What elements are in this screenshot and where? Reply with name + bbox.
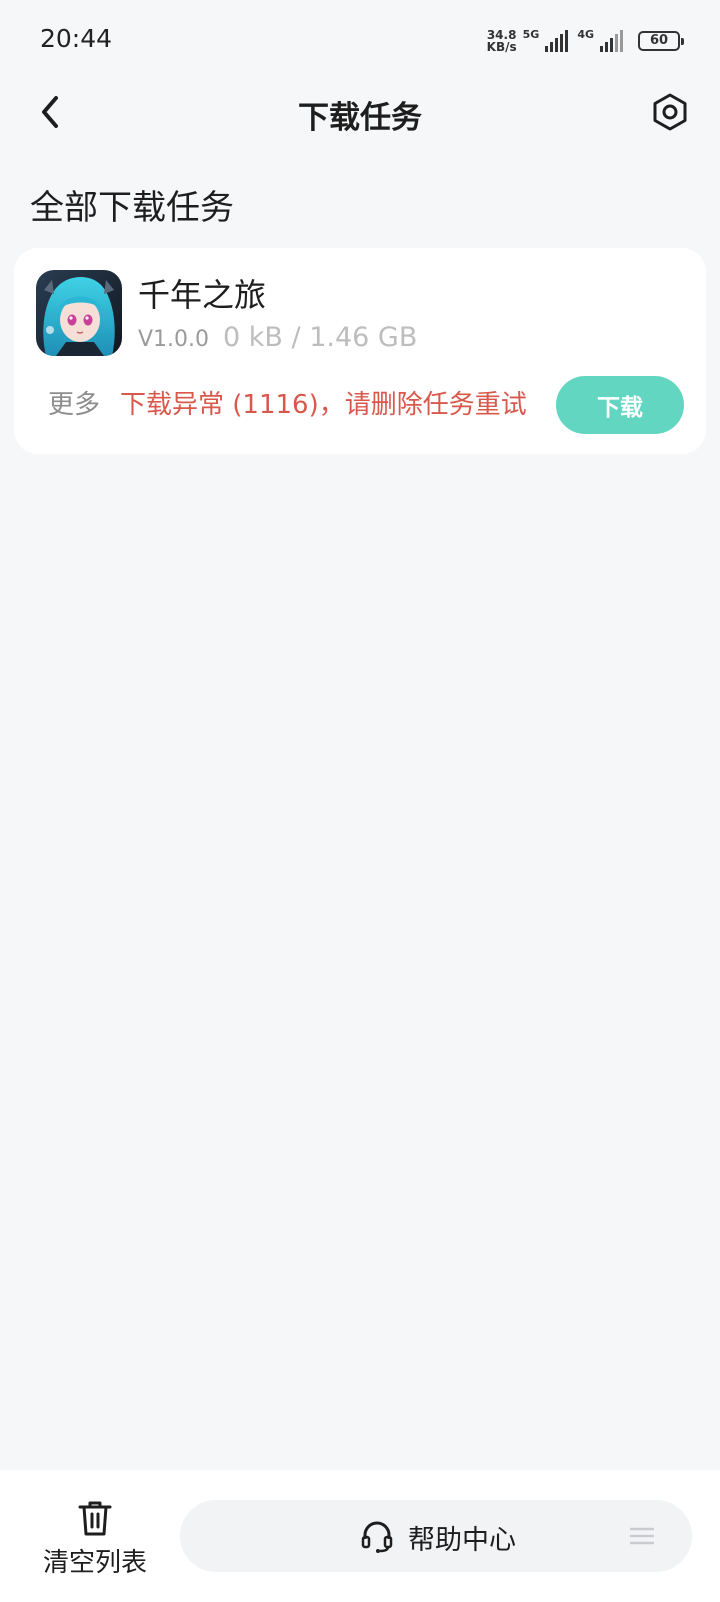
status-indicators: 34.8 KB/s 5G 4G 60 [487, 26, 684, 56]
more-button[interactable]: 更多 [48, 384, 100, 421]
trash-icon [78, 1501, 112, 1536]
battery-indicator: 60 [638, 31, 684, 51]
download-progress-size: 0 kB / 1.46 GB [223, 322, 418, 353]
download-task-card[interactable]: 千年之旅 V1.0.0 0 kB / 1.46 GB 更多 下载异常 (1116… [14, 248, 706, 454]
signal-icon-secondary [600, 30, 623, 52]
clear-list-button[interactable]: 清空列表 [30, 1498, 160, 1579]
network-type-5g: 5G [522, 28, 540, 41]
download-error-message: 下载异常 (1116)，请删除任务重试 [120, 390, 527, 420]
app-meta: V1.0.0 0 kB / 1.46 GB [138, 322, 417, 353]
menu-icon[interactable] [630, 1527, 654, 1545]
network-type-4g: 4G [577, 28, 594, 41]
download-tasks-page: 20:44 34.8 KB/s 5G 4G 60 下载任务 全部下载任务 千年之… [0, 0, 720, 1602]
status-time: 20:44 [40, 24, 113, 53]
network-speed-unit: KB/s [486, 40, 517, 54]
app-icon [36, 270, 122, 356]
signal-icon [545, 30, 569, 52]
app-name: 千年之旅 [138, 276, 267, 314]
game-character-image [36, 270, 122, 356]
network-speed: 34.8 KB/s [487, 29, 517, 53]
help-center-label: 帮助中心 [408, 1525, 516, 1556]
page-title: 下载任务 [298, 100, 422, 136]
settings-button[interactable] [646, 88, 694, 136]
clear-list-label: 清空列表 [42, 1548, 147, 1578]
status-bar: 20:44 34.8 KB/s 5G 4G 60 [0, 0, 720, 80]
headset-icon [361, 1521, 393, 1553]
nav-header: 下载任务 [0, 80, 720, 144]
download-button[interactable]: 下载 [556, 376, 684, 434]
help-center-button[interactable]: 帮助中心 [180, 1500, 692, 1572]
bottom-bar: 清空列表 帮助中心 [0, 1470, 720, 1602]
app-version: V1.0.0 [138, 327, 210, 352]
settings-icon [653, 93, 687, 131]
section-title: 全部下载任务 [30, 188, 234, 228]
